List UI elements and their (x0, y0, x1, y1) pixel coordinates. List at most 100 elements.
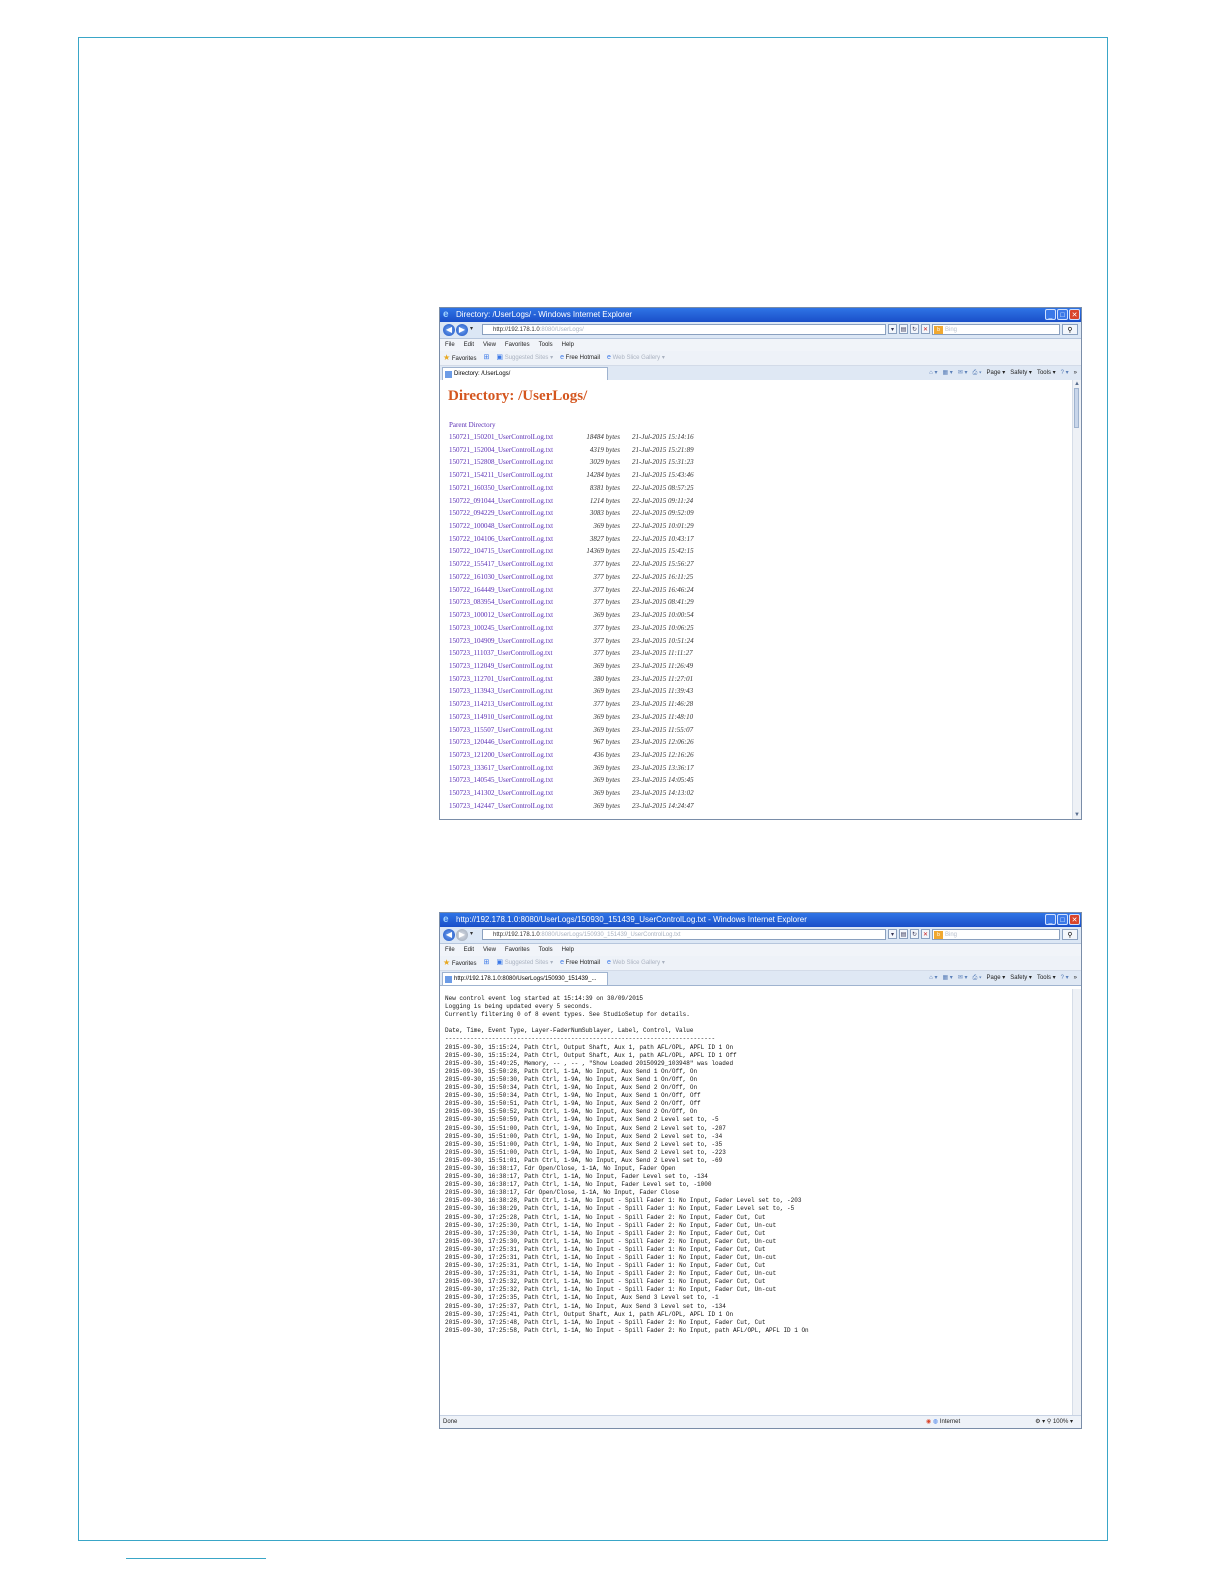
compatibility-icon[interactable]: ▤ (899, 324, 908, 334)
file-link[interactable]: 150723_111037_UserControlLog.txt (449, 649, 553, 657)
file-link[interactable]: 150723_140545_UserControlLog.txt (449, 776, 553, 784)
maximize-button[interactable]: □ (1057, 309, 1068, 320)
file-link[interactable]: 150722_155417_UserControlLog.txt (449, 560, 553, 568)
file-link[interactable]: 150723_114213_UserControlLog.txt (449, 700, 553, 708)
address-input[interactable]: http://192.178.1.0:8080/UserLogs/150930_… (482, 929, 886, 940)
help-icon[interactable]: ? ▾ (1061, 367, 1069, 379)
suggested-sites[interactable]: ▣ Suggested Sites ▾ (496, 956, 553, 970)
address-dropdown-icon[interactable]: ▾ (888, 324, 897, 334)
file-link[interactable]: 150722_164449_UserControlLog.txt (449, 586, 553, 594)
menu-tools[interactable]: Tools (539, 339, 553, 351)
mail-icon[interactable]: ✉ ▾ (958, 972, 968, 984)
scroll-down-icon[interactable]: ▼ (1073, 811, 1081, 819)
chevron-icon[interactable]: » (1074, 367, 1077, 379)
file-link[interactable]: 150721_152808_UserControlLog.txt (449, 458, 553, 466)
menu-help[interactable]: Help (562, 339, 574, 351)
feeds-icon[interactable]: ▦ ▾ (942, 367, 952, 379)
free-hotmail-link[interactable]: e Free Hotmail (560, 956, 600, 970)
back-button[interactable]: ◀ (443, 324, 455, 336)
menu-edit[interactable]: Edit (464, 944, 474, 956)
suggested-sites[interactable]: ▣ Suggested Sites ▾ (496, 351, 553, 365)
menu-favorites[interactable]: Favorites (505, 339, 530, 351)
zoom-control[interactable]: ⚙ ▾ ⚲ 100% ▾ (1035, 1416, 1073, 1428)
home-icon[interactable]: ⌂ ▾ (929, 367, 937, 379)
search-input[interactable]: b Bing (932, 929, 1060, 940)
web-slice-gallery[interactable]: e Web Slice Gallery ▾ (607, 351, 665, 365)
chevron-icon[interactable]: » (1074, 972, 1077, 984)
file-link[interactable]: 150723_114910_UserControlLog.txt (449, 713, 553, 721)
address-input[interactable]: http://192.178.1.0:8080/UserLogs/ (482, 324, 886, 335)
refresh-icon[interactable]: ↻ (910, 324, 919, 334)
menu-edit[interactable]: Edit (464, 339, 474, 351)
search-button[interactable]: ⚲ (1062, 929, 1078, 940)
print-icon[interactable]: ⎙ ▾ (973, 367, 982, 379)
file-link[interactable]: 150721_160350_UserControlLog.txt (449, 484, 553, 492)
file-link[interactable]: 150722_104106_UserControlLog.txt (449, 535, 553, 543)
menu-view[interactable]: View (483, 944, 496, 956)
file-link[interactable]: 150723_141302_UserControlLog.txt (449, 789, 553, 797)
close-button[interactable]: ✕ (1069, 309, 1080, 320)
safety-menu[interactable]: Safety ▾ (1010, 972, 1032, 984)
forward-button[interactable]: ▶ (456, 324, 468, 336)
file-link[interactable]: 150721_152004_UserControlLog.txt (449, 446, 553, 454)
maximize-button[interactable]: □ (1057, 914, 1068, 925)
free-hotmail-link[interactable]: e Free Hotmail (560, 351, 600, 365)
file-link[interactable]: 150723_113943_UserControlLog.txt (449, 687, 553, 695)
feeds-icon[interactable]: ▦ ▾ (942, 972, 952, 984)
file-link[interactable]: 150722_100048_UserControlLog.txt (449, 522, 553, 530)
home-icon[interactable]: ⌂ ▾ (929, 972, 937, 984)
vertical-scrollbar[interactable] (1072, 989, 1081, 1417)
file-link[interactable]: 150723_112701_UserControlLog.txt (449, 675, 553, 683)
page-menu[interactable]: Page ▾ (987, 367, 1006, 379)
file-link[interactable]: 150723_112049_UserControlLog.txt (449, 662, 553, 670)
file-link[interactable]: 150723_100012_UserControlLog.txt (449, 611, 553, 619)
menu-view[interactable]: View (483, 339, 496, 351)
vertical-scrollbar[interactable]: ▲ ▼ (1072, 380, 1081, 819)
menu-file[interactable]: File (445, 339, 455, 351)
favorites-button[interactable]: ★ Favorites (443, 351, 477, 365)
file-link[interactable]: 150723_100245_UserControlLog.txt (449, 624, 553, 632)
file-link[interactable]: 150721_154211_UserControlLog.txt (449, 471, 553, 479)
file-link[interactable]: 150722_094229_UserControlLog.txt (449, 509, 553, 517)
refresh-icon[interactable]: ↻ (910, 929, 919, 939)
file-link[interactable]: 150723_104909_UserControlLog.txt (449, 637, 553, 645)
file-link[interactable]: 150723_121200_UserControlLog.txt (449, 751, 553, 759)
favorites-button[interactable]: ★ Favorites (443, 956, 477, 970)
history-dropdown-icon[interactable]: ▾ (470, 325, 473, 332)
history-dropdown-icon[interactable]: ▾ (470, 930, 473, 937)
menu-tools[interactable]: Tools (539, 944, 553, 956)
file-link[interactable]: 150723_115507_UserControlLog.txt (449, 726, 553, 734)
add-favorite-icon[interactable]: ⊞ (484, 351, 490, 365)
scroll-thumb[interactable] (1074, 388, 1079, 428)
file-link[interactable]: 150723_083954_UserControlLog.txt (449, 598, 553, 606)
minimize-button[interactable]: _ (1045, 309, 1056, 320)
file-link[interactable]: 150722_091044_UserControlLog.txt (449, 497, 553, 505)
menu-help[interactable]: Help (562, 944, 574, 956)
page-menu[interactable]: Page ▾ (987, 972, 1006, 984)
tools-menu[interactable]: Tools ▾ (1037, 367, 1056, 379)
compatibility-icon[interactable]: ▤ (899, 929, 908, 939)
help-icon[interactable]: ? ▾ (1061, 972, 1069, 984)
back-button[interactable]: ◀ (443, 929, 455, 941)
file-link[interactable]: 150723_142447_UserControlLog.txt (449, 802, 553, 810)
mail-icon[interactable]: ✉ ▾ (958, 367, 968, 379)
safety-menu[interactable]: Safety ▾ (1010, 367, 1032, 379)
minimize-button[interactable]: _ (1045, 914, 1056, 925)
file-link[interactable]: 150723_120446_UserControlLog.txt (449, 738, 553, 746)
search-input[interactable]: b Bing (932, 324, 1060, 335)
file-link[interactable]: 150722_104715_UserControlLog.txt (449, 547, 553, 555)
search-button[interactable]: ⚲ (1062, 324, 1078, 335)
stop-icon[interactable]: ✕ (921, 324, 930, 334)
address-dropdown-icon[interactable]: ▾ (888, 929, 897, 939)
print-icon[interactable]: ⎙ ▾ (973, 972, 982, 984)
menu-file[interactable]: File (445, 944, 455, 956)
stop-icon[interactable]: ✕ (921, 929, 930, 939)
file-link[interactable]: 150721_150201_UserControlLog.txt (449, 433, 553, 441)
tab-directory[interactable]: Directory: /UserLogs/ (442, 367, 608, 380)
parent-directory-link[interactable]: Parent Directory (449, 421, 495, 429)
file-link[interactable]: 150722_161030_UserControlLog.txt (449, 573, 553, 581)
menu-favorites[interactable]: Favorites (505, 944, 530, 956)
tab-log-file[interactable]: http://192.178.1.0:8080/UserLogs/150930_… (442, 972, 608, 985)
file-link[interactable]: 150723_133617_UserControlLog.txt (449, 764, 553, 772)
web-slice-gallery[interactable]: e Web Slice Gallery ▾ (607, 956, 665, 970)
